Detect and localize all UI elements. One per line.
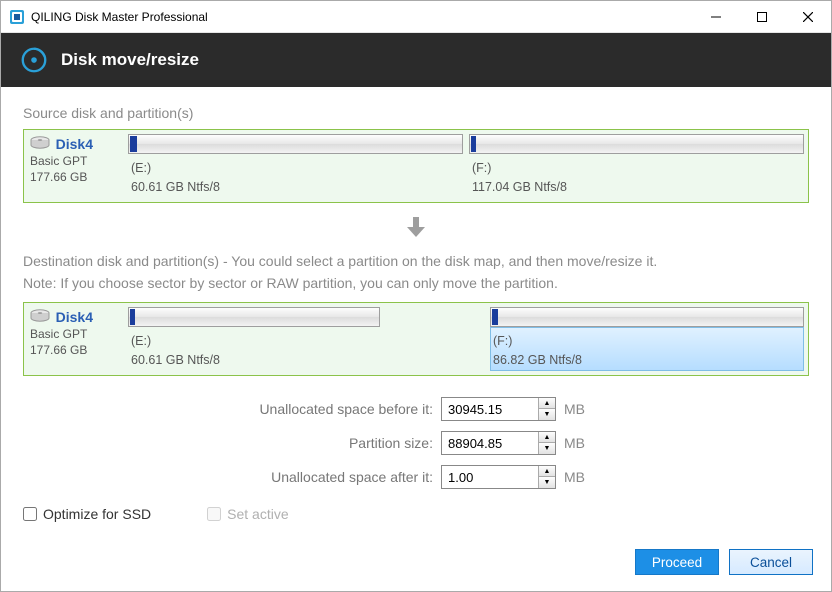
row-unalloc-before: Unallocated space before it: ▲▼ MB	[23, 394, 809, 424]
dest-note: Note: If you choose sector by sector or …	[23, 272, 809, 294]
dest-partition-e[interactable]: (E:) 60.61 GB Ntfs/8	[128, 307, 380, 371]
checkbox-optimize-ssd-label: Optimize for SSD	[43, 506, 151, 522]
maximize-button[interactable]	[739, 1, 785, 33]
dest-description: Destination disk and partition(s) - You …	[23, 250, 809, 294]
dest-partition-f[interactable]: (F:) 86.82 GB Ntfs/8	[490, 307, 804, 371]
app-window: QILING Disk Master Professional Disk mov…	[0, 0, 832, 592]
checkbox-set-active: Set active	[207, 506, 288, 522]
source-disk-meta: Basic GPT 177.66 GB	[30, 153, 120, 185]
spin-up-icon[interactable]: ▲	[539, 398, 555, 409]
label-partition-size: Partition size:	[23, 435, 441, 451]
row-unalloc-after: Unallocated space after it: ▲▼ MB	[23, 462, 809, 492]
usage-bar	[490, 307, 804, 327]
dest-disk-meta: Basic GPT 177.66 GB	[30, 326, 120, 358]
checkbox-row: Optimize for SSD Set active	[23, 496, 809, 522]
partition-letter: (E:)	[131, 330, 377, 349]
spin-down-icon[interactable]: ▼	[539, 477, 555, 488]
partition-letter: (F:)	[493, 330, 801, 349]
label-unalloc-before: Unallocated space before it:	[23, 401, 441, 417]
spin-up-icon[interactable]: ▲	[539, 466, 555, 477]
usage-bar	[128, 307, 380, 327]
minimize-button[interactable]	[693, 1, 739, 33]
partition-desc: 117.04 GB Ntfs/8	[472, 176, 801, 195]
disk-icon	[30, 136, 50, 153]
label-unalloc-after: Unallocated space after it:	[23, 469, 441, 485]
dest-disk-info: Disk4 Basic GPT 177.66 GB	[28, 307, 122, 371]
partition-letter: (F:)	[472, 157, 801, 176]
arrow-down-icon	[402, 215, 430, 242]
partition-desc: 60.61 GB Ntfs/8	[131, 176, 460, 195]
partition-desc: 60.61 GB Ntfs/8	[131, 349, 377, 368]
title-text: QILING Disk Master Professional	[31, 10, 208, 24]
input-unalloc-before[interactable]	[442, 398, 538, 420]
proceed-button[interactable]: Proceed	[635, 549, 719, 575]
header-logo-icon	[19, 45, 49, 75]
usage-bar	[128, 134, 463, 154]
partition-desc: 86.82 GB Ntfs/8	[493, 349, 801, 368]
arrow-row	[23, 213, 809, 250]
unit-label: MB	[564, 435, 585, 451]
input-partition-size[interactable]	[442, 432, 538, 454]
source-partition-e[interactable]: (E:) 60.61 GB Ntfs/8	[128, 134, 463, 198]
disk-icon	[30, 309, 50, 326]
source-diskgroup: Disk4 Basic GPT 177.66 GB (E:) 60.61 GB …	[23, 129, 809, 203]
cancel-button[interactable]: Cancel	[729, 549, 813, 575]
spin-unalloc-after[interactable]: ▲▼	[441, 465, 556, 489]
checkbox-set-active-label: Set active	[227, 506, 288, 522]
checkbox-optimize-ssd-input[interactable]	[23, 507, 37, 521]
source-disk-name: Disk4	[56, 136, 93, 152]
dest-partitions: (E:) 60.61 GB Ntfs/8 (F:) 86.82 GB Ntfs/…	[128, 307, 804, 371]
footer: Proceed Cancel	[1, 543, 831, 591]
spin-unalloc-before[interactable]: ▲▼	[441, 397, 556, 421]
form-area: Unallocated space before it: ▲▼ MB Parti…	[23, 394, 809, 496]
source-disk-info: Disk4 Basic GPT 177.66 GB	[28, 134, 122, 198]
close-button[interactable]	[785, 1, 831, 33]
spin-partition-size[interactable]: ▲▼	[441, 431, 556, 455]
source-partitions: (E:) 60.61 GB Ntfs/8 (F:) 117.04 GB Ntfs…	[128, 134, 804, 198]
header-band: Disk move/resize	[1, 33, 831, 87]
partition-letter: (E:)	[131, 157, 460, 176]
spin-down-icon[interactable]: ▼	[539, 409, 555, 420]
app-icon	[9, 9, 25, 25]
page-title: Disk move/resize	[61, 50, 199, 70]
titlebar: QILING Disk Master Professional	[1, 1, 831, 33]
dest-unallocated-gap[interactable]	[386, 307, 484, 371]
source-section-label: Source disk and partition(s)	[23, 105, 809, 121]
unit-label: MB	[564, 469, 585, 485]
dest-disk-name: Disk4	[56, 309, 93, 325]
row-partition-size: Partition size: ▲▼ MB	[23, 428, 809, 458]
checkbox-optimize-ssd[interactable]: Optimize for SSD	[23, 506, 151, 522]
unit-label: MB	[564, 401, 585, 417]
input-unalloc-after[interactable]	[442, 466, 538, 488]
usage-bar	[469, 134, 804, 154]
dest-diskgroup: Disk4 Basic GPT 177.66 GB (E:) 60.61 GB …	[23, 302, 809, 376]
spin-up-icon[interactable]: ▲	[539, 432, 555, 443]
source-partition-f[interactable]: (F:) 117.04 GB Ntfs/8	[469, 134, 804, 198]
body: Source disk and partition(s) Disk4 Basic…	[1, 87, 831, 543]
dest-section-label: Destination disk and partition(s) - You …	[23, 250, 809, 272]
spin-down-icon[interactable]: ▼	[539, 443, 555, 454]
checkbox-set-active-input	[207, 507, 221, 521]
